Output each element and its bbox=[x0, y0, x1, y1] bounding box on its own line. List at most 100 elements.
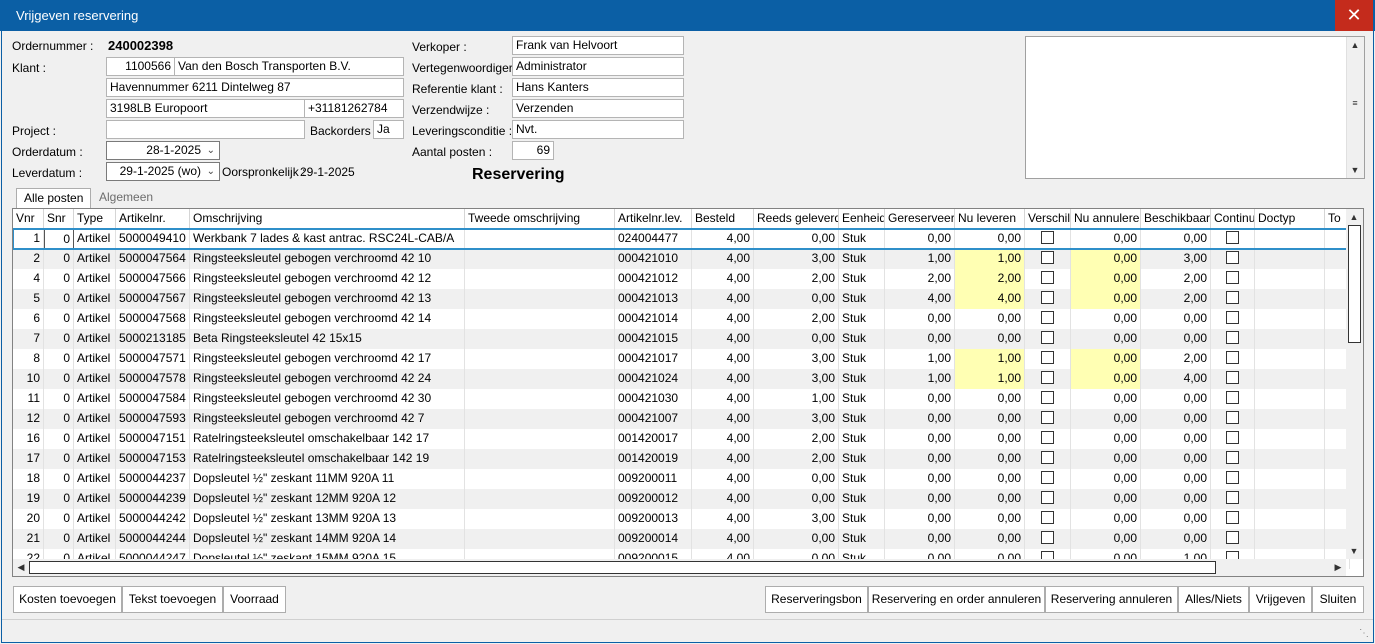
vrijgeven-button[interactable]: Vrijgeven bbox=[1249, 586, 1312, 613]
table-row[interactable]: 19 0 Artikel 5000044239 Dopsleutel ½" zeskan… bbox=[13, 489, 1350, 509]
table-row[interactable]: 11 0 Artikel 5000047584 Ringsteeksleutel geb… bbox=[13, 389, 1350, 409]
continu-checkbox-cell[interactable] bbox=[1211, 509, 1255, 529]
table-row[interactable]: 8 0 Artikel 5000047571 Ringsteeksleutel gebo… bbox=[13, 349, 1350, 369]
reservering-annuleren-button[interactable]: Reservering annuleren bbox=[1045, 586, 1178, 613]
verschil-checkbox-cell[interactable] bbox=[1025, 389, 1071, 409]
verschil-checkbox-cell[interactable] bbox=[1025, 509, 1071, 529]
nua-cell[interactable]: 0,00 bbox=[1071, 509, 1141, 529]
referentie-field[interactable]: Hans Kanters bbox=[512, 78, 684, 97]
checkbox[interactable] bbox=[1041, 351, 1054, 365]
verschil-checkbox-cell[interactable] bbox=[1025, 349, 1071, 369]
continu-checkbox-cell[interactable] bbox=[1211, 529, 1255, 549]
nul-cell[interactable]: 2,00 bbox=[955, 269, 1025, 289]
column-header[interactable]: Verschil bbox=[1025, 209, 1071, 229]
column-header[interactable]: Nu annuleren bbox=[1071, 209, 1141, 229]
checkbox[interactable] bbox=[1041, 231, 1054, 245]
table-row[interactable]: 4 0 Artikel 5000047566 Ringsteeksleutel gebo… bbox=[13, 269, 1350, 289]
resize-grip-icon[interactable]: ⋱ bbox=[1359, 628, 1369, 639]
nul-cell[interactable]: 1,00 bbox=[955, 369, 1025, 389]
verschil-checkbox-cell[interactable] bbox=[1025, 329, 1071, 349]
verschil-checkbox-cell[interactable] bbox=[1025, 249, 1071, 269]
nul-cell[interactable]: 4,00 bbox=[955, 289, 1025, 309]
postcode-plaats-field[interactable]: 3198LB Europoort bbox=[106, 99, 305, 118]
checkbox[interactable] bbox=[1226, 271, 1239, 285]
table-row[interactable]: 20 0 Artikel 5000044242 Dopsleutel ½" zeskan… bbox=[13, 509, 1350, 529]
table-row[interactable]: 21 0 Artikel 5000044244 Dopsleutel ½" zeskan… bbox=[13, 529, 1350, 549]
klant-nr-field[interactable]: 1100566 bbox=[106, 57, 175, 76]
verschil-checkbox-cell[interactable] bbox=[1025, 469, 1071, 489]
scroll-thumb[interactable] bbox=[1348, 225, 1361, 343]
verschil-checkbox-cell[interactable] bbox=[1025, 489, 1071, 509]
checkbox[interactable] bbox=[1041, 451, 1054, 465]
continu-checkbox-cell[interactable] bbox=[1211, 249, 1255, 269]
chevron-down-icon[interactable]: ⌄ bbox=[207, 163, 215, 180]
checkbox[interactable] bbox=[1226, 511, 1239, 525]
continu-checkbox-cell[interactable] bbox=[1211, 469, 1255, 489]
continu-checkbox-cell[interactable] bbox=[1211, 309, 1255, 329]
reserveringsbon-button[interactable]: Reserveringsbon bbox=[765, 586, 868, 613]
voorraad-button[interactable]: Voorraad bbox=[223, 586, 286, 613]
checkbox[interactable] bbox=[1226, 231, 1239, 245]
close-button[interactable]: ✕ bbox=[1335, 0, 1373, 31]
checkbox[interactable] bbox=[1226, 331, 1239, 345]
scroll-down-icon[interactable]: ▼ bbox=[1347, 162, 1363, 178]
nua-cell[interactable]: 0,00 bbox=[1071, 289, 1141, 309]
column-header[interactable]: Reeds geleverd bbox=[754, 209, 839, 229]
checkbox[interactable] bbox=[1041, 431, 1054, 445]
checkbox[interactable] bbox=[1226, 391, 1239, 405]
table-row[interactable]: 1 0 Artikel 5000049410 Werkbank 7 lades & ka… bbox=[13, 228, 1351, 250]
nul-cell[interactable]: 0,00 bbox=[955, 449, 1025, 469]
verschil-checkbox-cell[interactable] bbox=[1025, 429, 1071, 449]
table-row[interactable]: 7 0 Artikel 5000213185 Beta Ringsteeksleutel… bbox=[13, 329, 1350, 349]
table-row[interactable]: 10 0 Artikel 5000047578 Ringsteeksleutel geb… bbox=[13, 369, 1350, 389]
nul-cell[interactable]: 0,00 bbox=[955, 309, 1025, 329]
nul-cell[interactable]: 0,00 bbox=[955, 329, 1025, 349]
scroll-grip-icon[interactable]: ≡ bbox=[1347, 95, 1363, 111]
nua-cell[interactable]: 0,00 bbox=[1071, 369, 1141, 389]
tab-alle-posten[interactable]: Alle posten bbox=[16, 188, 92, 209]
column-header[interactable]: Beschikbaar bbox=[1141, 209, 1211, 229]
checkbox[interactable] bbox=[1041, 511, 1054, 525]
checkbox[interactable] bbox=[1041, 291, 1054, 305]
continu-checkbox-cell[interactable] bbox=[1211, 289, 1255, 309]
verschil-checkbox-cell[interactable] bbox=[1025, 529, 1071, 549]
nua-cell[interactable]: 0,00 bbox=[1071, 389, 1141, 409]
checkbox[interactable] bbox=[1041, 391, 1054, 405]
checkbox[interactable] bbox=[1041, 371, 1054, 385]
scroll-right-icon[interactable]: ▶ bbox=[1330, 559, 1346, 575]
column-header[interactable]: Tweede omschrijving bbox=[465, 209, 615, 229]
continu-checkbox-cell[interactable] bbox=[1211, 489, 1255, 509]
checkbox[interactable] bbox=[1226, 351, 1239, 365]
reservering-en-order-annuleren-button[interactable]: Reservering en order annuleren bbox=[868, 586, 1045, 613]
backorders-field[interactable]: Ja bbox=[373, 120, 404, 139]
scroll-thumb[interactable] bbox=[29, 561, 1216, 574]
nua-cell[interactable]: 0,00 bbox=[1071, 529, 1141, 549]
scroll-down-icon[interactable]: ▼ bbox=[1346, 543, 1362, 559]
nul-cell[interactable]: 0,00 bbox=[955, 389, 1025, 409]
scroll-left-icon[interactable]: ◀ bbox=[13, 559, 29, 575]
checkbox[interactable] bbox=[1041, 251, 1054, 265]
alles-niets-button[interactable]: Alles/Niets bbox=[1178, 586, 1249, 613]
column-header[interactable]: Omschrijving bbox=[190, 209, 465, 229]
table-row[interactable]: 17 0 Artikel 5000047153 Ratelringsteeksleute… bbox=[13, 449, 1350, 469]
nul-cell[interactable]: 1,00 bbox=[955, 249, 1025, 269]
nua-cell[interactable]: 0,00 bbox=[1071, 249, 1141, 269]
verkoper-field[interactable]: Frank van Helvoort bbox=[512, 36, 684, 55]
nua-cell[interactable]: 0,00 bbox=[1071, 449, 1141, 469]
nua-cell[interactable]: 0,00 bbox=[1071, 349, 1141, 369]
grid-vertical-scrollbar[interactable]: ▲ ▼ bbox=[1346, 209, 1363, 559]
vertegenwoordiger-field[interactable]: Administrator bbox=[512, 57, 684, 76]
column-header[interactable]: Vnr bbox=[13, 209, 44, 229]
verschil-checkbox-cell[interactable] bbox=[1025, 409, 1071, 429]
column-header[interactable]: Gereserveerd bbox=[885, 209, 955, 229]
nul-cell[interactable]: 1,00 bbox=[955, 349, 1025, 369]
continu-checkbox-cell[interactable] bbox=[1211, 449, 1255, 469]
table-row[interactable]: 2 0 Artikel 5000047564 Ringsteeksleutel gebo… bbox=[13, 249, 1350, 269]
continu-checkbox-cell[interactable] bbox=[1211, 329, 1255, 349]
column-header[interactable]: Besteld bbox=[692, 209, 754, 229]
continu-checkbox-cell[interactable] bbox=[1211, 429, 1255, 449]
tab-algemeen[interactable]: Algemeen bbox=[92, 188, 160, 208]
verschil-checkbox-cell[interactable] bbox=[1025, 449, 1071, 469]
column-header[interactable]: Snr bbox=[44, 209, 74, 229]
checkbox[interactable] bbox=[1041, 531, 1054, 545]
